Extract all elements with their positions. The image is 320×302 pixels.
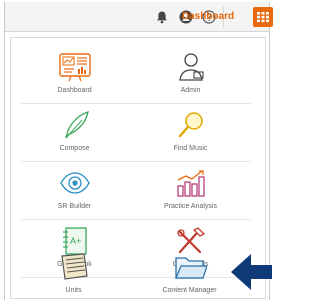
svg-text:A+: A+ bbox=[70, 236, 81, 246]
divider bbox=[21, 161, 251, 162]
menu-item-dashboard[interactable]: Dashboard bbox=[17, 48, 132, 98]
divider bbox=[21, 219, 251, 220]
menu-item-admin[interactable]: Admin bbox=[133, 48, 248, 98]
folder-icon bbox=[175, 257, 207, 279]
menu-item-compose[interactable]: Compose bbox=[17, 106, 132, 156]
eye-icon bbox=[60, 172, 90, 194]
grid-icon bbox=[257, 12, 269, 23]
admin-icon bbox=[179, 53, 204, 81]
menu-item-label: Admin bbox=[180, 87, 201, 94]
dashboard-link-visible[interactable]: Dashboard bbox=[175, 11, 241, 22]
dashboard-icon bbox=[59, 53, 91, 82]
magnifier-icon bbox=[178, 112, 203, 138]
menu-item-label: Practice Analysis bbox=[164, 203, 217, 210]
bell-icon[interactable] bbox=[155, 10, 169, 24]
menu-item-find-music[interactable]: Find Music bbox=[133, 106, 248, 156]
top-bar: Dashboard Dashboard bbox=[5, 2, 273, 32]
menu-item-label: Units bbox=[65, 287, 82, 294]
feather-icon bbox=[65, 111, 89, 139]
chart-icon bbox=[177, 170, 205, 197]
units-icon bbox=[61, 253, 88, 280]
grid-menu-button[interactable] bbox=[253, 7, 273, 27]
arrow-annotation-icon bbox=[231, 254, 272, 290]
menu-item-sr-builder[interactable]: SR Builder bbox=[17, 164, 132, 214]
menu-item-label: Compose bbox=[59, 145, 90, 152]
menu-item-label: SR Builder bbox=[57, 203, 92, 210]
menu-item-label: Find Music bbox=[173, 145, 208, 152]
menu-item-units[interactable]: Units bbox=[16, 252, 131, 302]
divider bbox=[21, 103, 251, 104]
menu-item-practice-analysis[interactable]: Practice Analysis bbox=[133, 164, 248, 214]
menu-item-label: Dashboard bbox=[57, 87, 92, 94]
